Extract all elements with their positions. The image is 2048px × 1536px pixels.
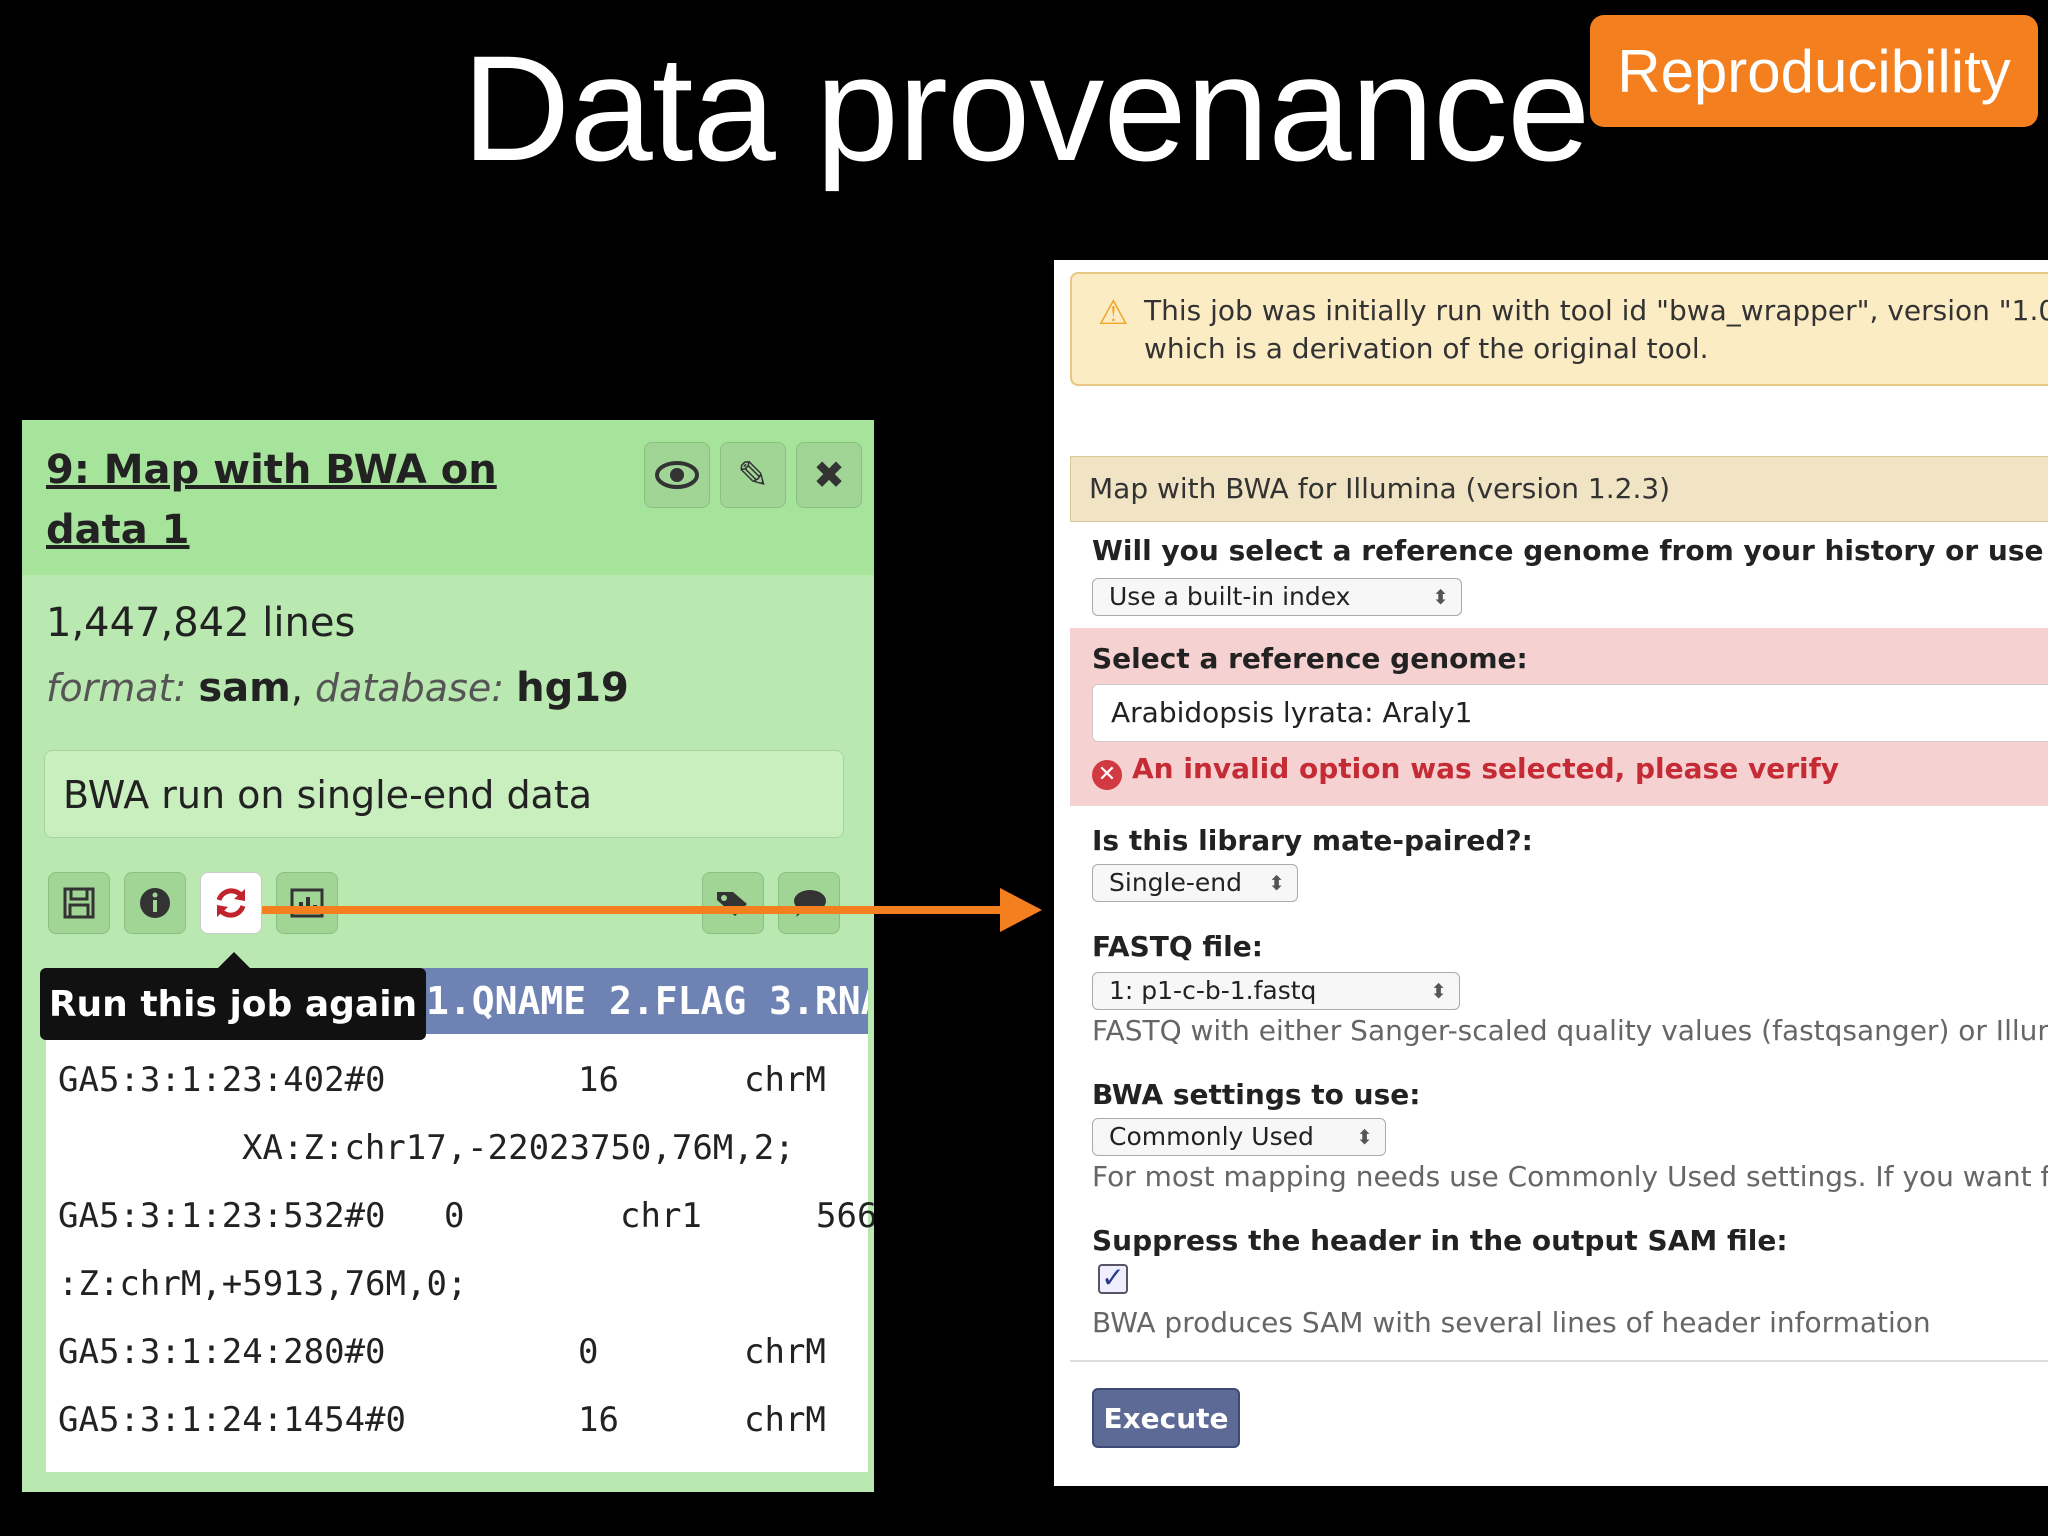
dataset-title[interactable]: 9: Map with BWA on data 1 — [46, 440, 606, 560]
peek-cell: chrM — [744, 1060, 826, 1100]
reference-source-value: Use a built-in index — [1109, 582, 1351, 611]
annotation-icon[interactable] — [778, 872, 840, 934]
pencil-icon[interactable]: ✎ — [720, 442, 786, 508]
dataset-header: 9: Map with BWA on data 1 ✎ ✖ — [22, 420, 874, 575]
peek-cell: 16 — [578, 1060, 619, 1100]
bwa-settings-help: For most mapping needs use Commonly Used… — [1092, 1160, 2048, 1193]
close-icon[interactable]: ✖ — [796, 442, 862, 508]
fastq-value: 1: p1-c-b-1.fastq — [1109, 976, 1317, 1005]
visualize-icon[interactable] — [276, 872, 338, 934]
mate-paired-select[interactable]: Single-end ⬍ — [1092, 864, 1298, 902]
reference-genome-label: Select a reference genome: — [1092, 642, 1528, 675]
rerun-icon[interactable] — [200, 872, 262, 934]
error-text: An invalid option was selected, please v… — [1132, 752, 1840, 785]
select-arrow-icon: ⬍ — [1432, 585, 1449, 609]
error-message: ✕ An invalid option was selected, please … — [1092, 752, 1839, 790]
tool-header: Map with BWA for Illumina (version 1.2.3… — [1070, 456, 2048, 522]
eye-icon[interactable] — [644, 442, 710, 508]
mate-paired-label: Is this library mate-paired?: — [1092, 824, 1533, 857]
error-icon: ✕ — [1092, 760, 1122, 790]
peek-cell: XA:Z:chr17,-22023750,76M,2; — [242, 1128, 795, 1168]
dataset-info: BWA run on single-end data — [44, 750, 844, 838]
tool-form: ⚠ This job was initially run with tool i… — [1054, 260, 2048, 1486]
select-arrow-icon: ⬍ — [1430, 979, 1447, 1003]
bwa-settings-label: BWA settings to use: — [1092, 1078, 1421, 1111]
warning-text-1: This job was initially run with tool id … — [1144, 294, 2048, 327]
bwa-settings-select[interactable]: Commonly Used ⬍ — [1092, 1118, 1386, 1156]
suppress-header-checkbox[interactable]: ✓ — [1098, 1264, 1128, 1294]
tags-icon[interactable] — [702, 872, 764, 934]
peek-cell: 0 — [578, 1332, 599, 1372]
peek-cell: 566 — [816, 1196, 874, 1236]
mate-paired-value: Single-end — [1109, 868, 1242, 897]
peek-cell: GA5:3:1:23:402#0 — [58, 1060, 386, 1100]
bwa-settings-value: Commonly Used — [1109, 1122, 1314, 1151]
dataset-peek: 1.QNAME 2.FLAG 3.RNAME 4.POS GA5:3:1:23:… — [46, 968, 874, 1472]
warning-text-2: which is a derivation of the original to… — [1144, 332, 1709, 365]
info-icon[interactable] — [124, 872, 186, 934]
database-value: hg19 — [516, 665, 629, 711]
reference-source-select[interactable]: Use a built-in index ⬍ — [1092, 578, 1462, 616]
fastq-help: FASTQ with either Sanger-scaled quality … — [1092, 1014, 2048, 1047]
dataset-format: format: sam, database: hg19 — [46, 665, 629, 711]
save-icon[interactable] — [48, 872, 110, 934]
peek-cell: GA5:3:1:24:280#0 — [58, 1332, 386, 1372]
warning-box: ⚠ This job was initially run with tool i… — [1070, 272, 2048, 386]
peek-cell: GA5:3:1:23:532#0 — [58, 1196, 386, 1236]
format-value: sam — [198, 665, 291, 711]
peek-cell: chrM — [744, 1400, 826, 1440]
peek-cell: chr1 — [620, 1196, 702, 1236]
database-label: database: — [315, 666, 504, 710]
select-arrow-icon: ⬍ — [1268, 871, 1285, 895]
warning-icon: ⚠ — [1098, 293, 1129, 333]
fastq-label: FASTQ file: — [1092, 930, 1263, 963]
peek-cell: chrM — [744, 1332, 826, 1372]
peek-cell: 0 — [444, 1196, 465, 1236]
form-divider — [1070, 1360, 2048, 1362]
suppress-header-help: BWA produces SAM with several lines of h… — [1092, 1306, 1931, 1339]
suppress-header-label: Suppress the header in the output SAM fi… — [1092, 1224, 1788, 1257]
rerun-tooltip: Run this job again — [40, 968, 426, 1040]
reproducibility-badge: Reproducibility — [1590, 15, 2038, 127]
peek-cell: GA5:3:1:24:1454#0 — [58, 1400, 406, 1440]
execute-button[interactable]: Execute — [1092, 1388, 1240, 1448]
arrow-head — [1000, 888, 1042, 932]
select-arrow-icon: ⬍ — [1356, 1125, 1373, 1149]
dataset-panel: 9: Map with BWA on data 1 ✎ ✖ 1,447,842 … — [22, 420, 874, 1492]
reference-source-label: Will you select a reference genome from … — [1092, 534, 2048, 567]
slide-title: Data provenance — [462, 24, 1590, 192]
peek-cell: :Z:chrM,+5913,76M,0; — [58, 1264, 468, 1304]
tooltip-arrow — [218, 952, 250, 968]
arrow-line — [262, 906, 1022, 914]
peek-cell: 16 — [578, 1400, 619, 1440]
dataset-line-count: 1,447,842 lines — [46, 600, 356, 646]
fastq-select[interactable]: 1: p1-c-b-1.fastq ⬍ — [1092, 972, 1460, 1010]
format-label: format: — [46, 666, 187, 710]
reference-genome-select[interactable]: Arabidopsis lyrata: Araly1 — [1092, 684, 2048, 742]
peek-header-text: 1.QNAME 2.FLAG 3.RNAME 4.POS — [426, 979, 868, 1023]
